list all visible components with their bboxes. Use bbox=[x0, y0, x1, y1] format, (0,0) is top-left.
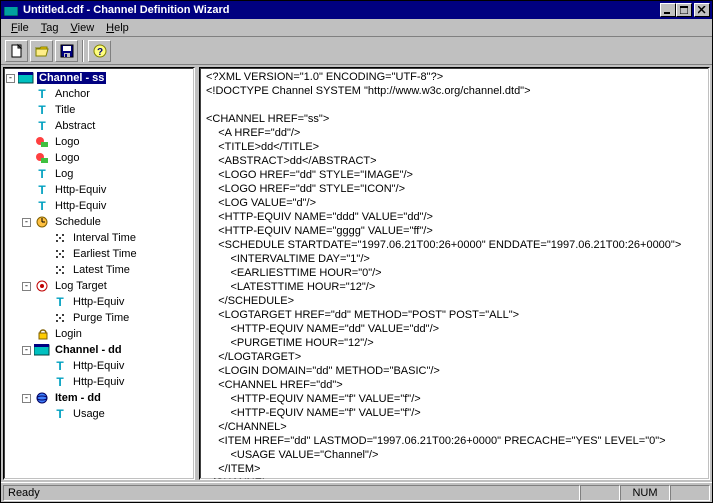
tree-node-logo[interactable]: Logo bbox=[53, 152, 81, 164]
text-icon: T bbox=[34, 103, 50, 117]
channel-icon bbox=[18, 71, 34, 85]
tree-node-httpequiv[interactable]: Http-Equiv bbox=[71, 296, 126, 308]
tree-node-logo[interactable]: Logo bbox=[53, 136, 81, 148]
tree-node-title[interactable]: Title bbox=[53, 104, 77, 116]
window-title: Untitled.cdf - Channel Definition Wizard bbox=[23, 4, 660, 16]
status-numlock: NUM bbox=[620, 485, 670, 501]
tree-node-log[interactable]: Log bbox=[53, 168, 75, 180]
time-icon bbox=[52, 231, 68, 245]
main-area: - Channel - ss T Anchor T Title T Abstract L… bbox=[1, 65, 712, 482]
status-pane bbox=[580, 485, 620, 501]
svg-text:T: T bbox=[38, 120, 46, 132]
tree-node-httpequiv[interactable]: Http-Equiv bbox=[53, 184, 108, 196]
tree-node-httpequiv[interactable]: Http-Equiv bbox=[53, 200, 108, 212]
tree-node-httpequiv[interactable]: Http-Equiv bbox=[71, 360, 126, 372]
status-text: Ready bbox=[3, 485, 580, 501]
svg-text:T: T bbox=[56, 360, 64, 372]
text-icon: T bbox=[34, 119, 50, 133]
toolbar: ? bbox=[1, 37, 712, 65]
logo-icon bbox=[34, 151, 50, 165]
text-icon: T bbox=[52, 407, 68, 421]
tree-node-abstract[interactable]: Abstract bbox=[53, 120, 97, 132]
save-button[interactable] bbox=[55, 40, 78, 62]
toolbar-separator bbox=[82, 40, 84, 62]
tree-node-schedule[interactable]: Schedule bbox=[53, 216, 103, 228]
new-button[interactable] bbox=[5, 40, 28, 62]
menubar: File Tag View Help bbox=[1, 19, 712, 37]
expand-toggle[interactable]: - bbox=[22, 346, 31, 355]
minimize-button[interactable] bbox=[660, 3, 676, 17]
menu-help[interactable]: Help bbox=[100, 20, 135, 36]
svg-text:T: T bbox=[56, 408, 64, 420]
time-icon bbox=[52, 311, 68, 325]
tree-node-channel-dd[interactable]: Channel - dd bbox=[53, 344, 124, 356]
titlebar: Untitled.cdf - Channel Definition Wizard bbox=[1, 1, 712, 19]
status-pane bbox=[670, 485, 710, 501]
expand-toggle[interactable]: - bbox=[22, 218, 31, 227]
tree-node-anchor[interactable]: Anchor bbox=[53, 88, 92, 100]
tree-node-login[interactable]: Login bbox=[53, 328, 84, 340]
tree-node-item-dd[interactable]: Item - dd bbox=[53, 392, 103, 404]
svg-text:T: T bbox=[38, 168, 46, 180]
tree-node-usage[interactable]: Usage bbox=[71, 408, 107, 420]
open-button[interactable] bbox=[30, 40, 53, 62]
app-window: Untitled.cdf - Channel Definition Wizard… bbox=[0, 0, 713, 503]
svg-text:T: T bbox=[56, 376, 64, 388]
tree-node-earliest[interactable]: Earliest Time bbox=[71, 248, 139, 260]
menu-view[interactable]: View bbox=[65, 20, 101, 36]
expand-toggle[interactable]: - bbox=[22, 282, 31, 291]
svg-text:T: T bbox=[56, 296, 64, 308]
expand-toggle[interactable]: - bbox=[6, 74, 15, 83]
text-icon: T bbox=[34, 167, 50, 181]
logo-icon bbox=[34, 135, 50, 149]
tree-node-logtarget[interactable]: Log Target bbox=[53, 280, 109, 292]
menu-file[interactable]: File bbox=[5, 20, 35, 36]
time-icon bbox=[52, 263, 68, 277]
svg-text:T: T bbox=[38, 200, 46, 212]
tree-node-channel-ss[interactable]: Channel - ss bbox=[37, 72, 106, 84]
help-button[interactable]: ? bbox=[88, 40, 111, 62]
maximize-button[interactable] bbox=[676, 3, 692, 17]
text-icon: T bbox=[52, 295, 68, 309]
close-button[interactable] bbox=[694, 3, 710, 17]
text-icon: T bbox=[52, 359, 68, 373]
text-icon: T bbox=[52, 375, 68, 389]
time-icon bbox=[52, 247, 68, 261]
tree-panel[interactable]: - Channel - ss T Anchor T Title T Abstract L… bbox=[3, 67, 195, 480]
login-icon bbox=[34, 327, 50, 341]
tree-node-interval[interactable]: Interval Time bbox=[71, 232, 138, 244]
item-icon bbox=[34, 391, 50, 405]
statusbar: Ready NUM bbox=[1, 482, 712, 502]
text-icon: T bbox=[34, 87, 50, 101]
svg-text:T: T bbox=[38, 88, 46, 100]
channel-icon bbox=[34, 343, 50, 357]
tree-node-purge[interactable]: Purge Time bbox=[71, 312, 131, 324]
code-panel[interactable]: <?XML VERSION="1.0" ENCODING="UTF-8"?> <… bbox=[199, 67, 710, 480]
app-icon bbox=[3, 3, 19, 17]
expand-toggle[interactable]: - bbox=[22, 394, 31, 403]
text-icon: T bbox=[34, 199, 50, 213]
svg-text:T: T bbox=[38, 104, 46, 116]
target-icon bbox=[34, 279, 50, 293]
tree-node-latest[interactable]: Latest Time bbox=[71, 264, 132, 276]
svg-text:T: T bbox=[38, 184, 46, 196]
menu-tag[interactable]: Tag bbox=[35, 20, 65, 36]
text-icon: T bbox=[34, 183, 50, 197]
schedule-icon bbox=[34, 215, 50, 229]
tree-node-httpequiv[interactable]: Http-Equiv bbox=[71, 376, 126, 388]
svg-text:?: ? bbox=[96, 47, 102, 58]
